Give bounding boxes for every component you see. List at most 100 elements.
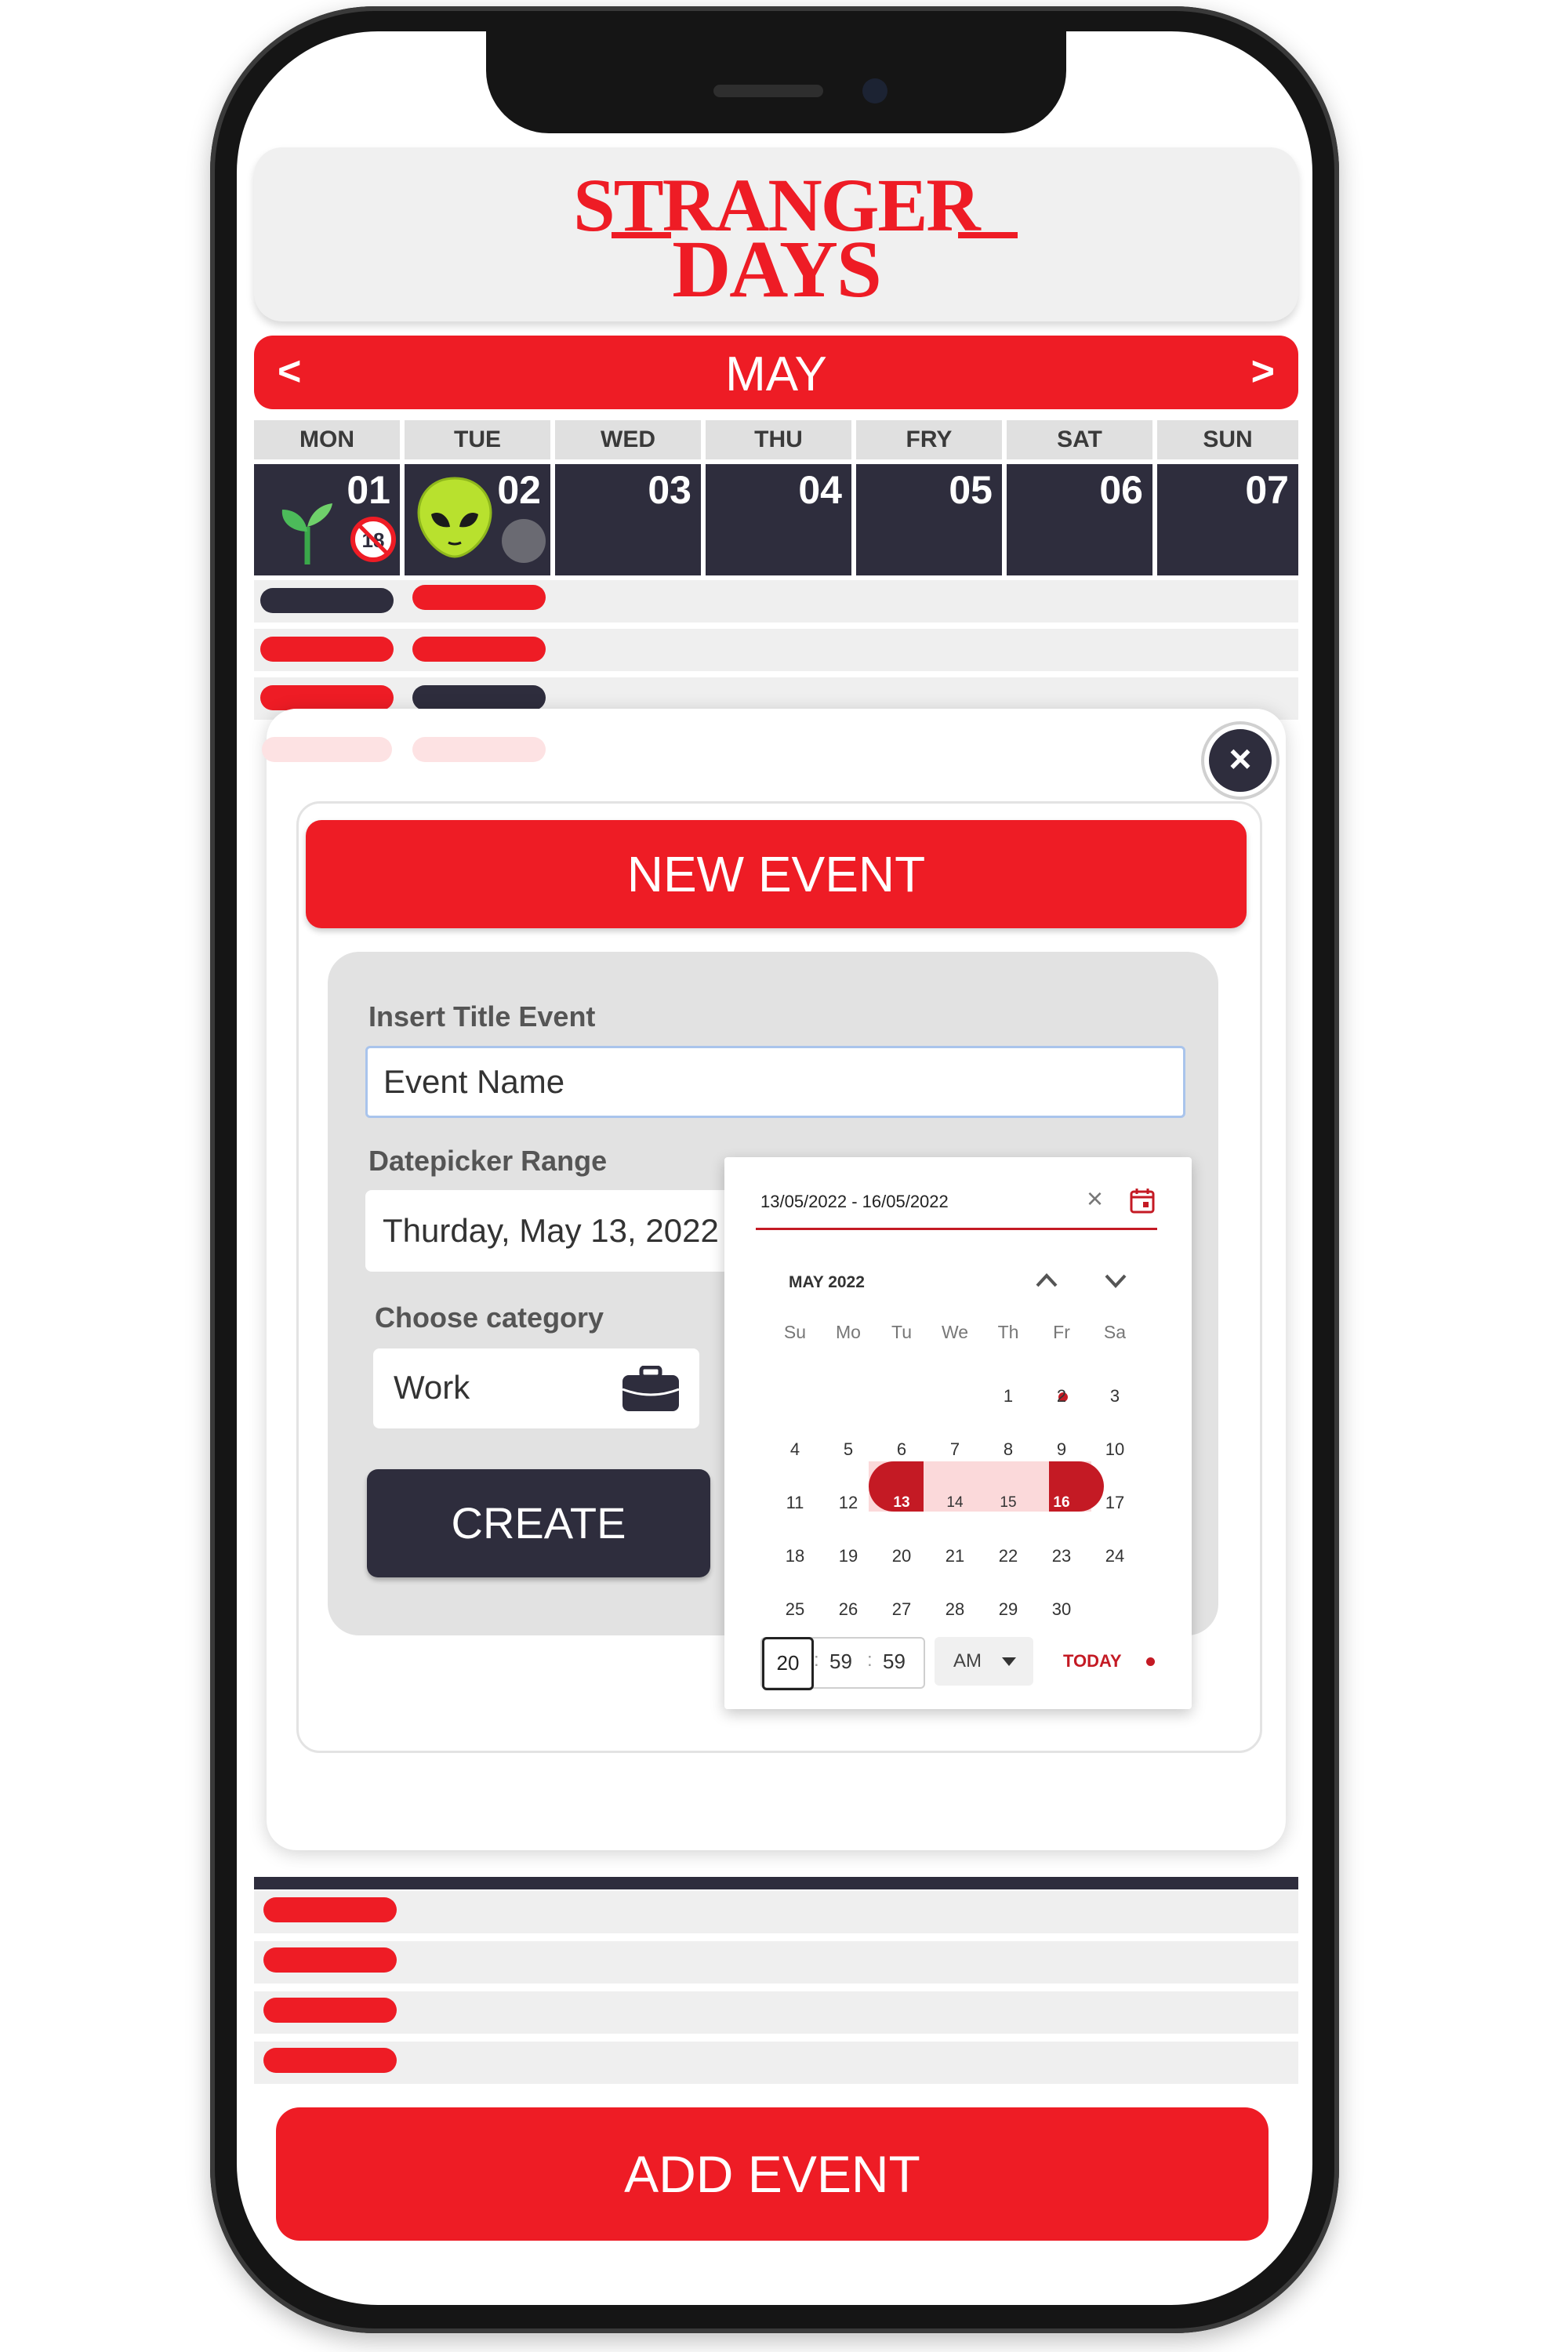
event-pill-faded: [412, 737, 546, 762]
month-navigation: < MAY >: [254, 336, 1298, 409]
datepicker-day[interactable]: 30: [1038, 1599, 1085, 1620]
datepicker-day[interactable]: 26: [825, 1599, 872, 1620]
second-field[interactable]: 59: [883, 1650, 906, 1674]
weekday-tue: TUE: [405, 420, 550, 459]
datepicker-day[interactable]: 18: [771, 1546, 818, 1566]
datepicker-day[interactable]: 25: [771, 1599, 818, 1620]
datepicker-day[interactable]: 19: [825, 1546, 872, 1566]
day-cell-01[interactable]: 01 18: [254, 464, 400, 575]
day-cell-04[interactable]: 04: [706, 464, 851, 575]
today-button[interactable]: TODAY: [1063, 1651, 1122, 1671]
sprout-icon: [281, 503, 332, 564]
weekday-sat: SAT: [1007, 420, 1152, 459]
datepicker-day[interactable]: 23: [1038, 1546, 1085, 1566]
datepicker-day[interactable]: 28: [931, 1599, 978, 1620]
weekday-wed: WED: [555, 420, 701, 459]
event-row: [254, 1891, 1298, 1933]
event-title-input[interactable]: [365, 1046, 1185, 1118]
day-number: 01: [347, 468, 390, 512]
app-header: STRANGER DAYS: [254, 147, 1298, 321]
category-label: Choose category: [375, 1301, 604, 1334]
day-number: 04: [798, 468, 842, 512]
event-pill[interactable]: [263, 1897, 397, 1922]
phone-notch: [486, 24, 1066, 133]
caret-down-icon: [1002, 1657, 1016, 1666]
ampm-select[interactable]: AM: [935, 1637, 1033, 1686]
event-pill[interactable]: [263, 2048, 397, 2073]
hour-field[interactable]: 20: [762, 1637, 814, 1690]
event-pill[interactable]: [260, 637, 394, 662]
today-dot: [1146, 1657, 1155, 1666]
date-range-field[interactable]: Thurday, May 13, 2022: [365, 1190, 743, 1272]
event-pill[interactable]: [412, 585, 546, 610]
day-cell-02[interactable]: 02: [405, 464, 550, 575]
day-number: 07: [1245, 468, 1289, 512]
datepicker-day[interactable]: 1: [985, 1386, 1032, 1406]
dp-weekday: We: [941, 1322, 969, 1342]
datepicker-day[interactable]: 10: [1091, 1439, 1138, 1460]
datepicker-day[interactable]: 20: [878, 1546, 925, 1566]
calendar-icon[interactable]: [1129, 1187, 1156, 1214]
close-modal-button[interactable]: ×: [1204, 724, 1276, 797]
event-row: [254, 1991, 1298, 2034]
datepicker-month[interactable]: MAY 2022: [789, 1273, 865, 1292]
range-input-underline: [756, 1228, 1157, 1230]
title-label: Insert Title Event: [368, 1000, 596, 1033]
clear-icon[interactable]: ×: [1087, 1182, 1103, 1215]
day-cell-07[interactable]: 07: [1157, 464, 1298, 575]
day-cell-03[interactable]: 03: [555, 464, 701, 575]
datepicker-day[interactable]: 5: [825, 1439, 872, 1460]
datepicker-day[interactable]: 12: [825, 1493, 872, 1513]
datepicker-day[interactable]: 11: [771, 1493, 818, 1513]
minute-field[interactable]: 59: [829, 1650, 852, 1674]
datepicker-day[interactable]: 16: [1038, 1494, 1085, 1512]
time-input[interactable]: 20 : 59 : 59: [760, 1637, 925, 1690]
datepicker-day[interactable]: 3: [1091, 1386, 1138, 1406]
ampm-value: AM: [953, 1650, 982, 1671]
event-pill[interactable]: [263, 1998, 397, 2023]
chevron-down-icon[interactable]: [1102, 1269, 1129, 1292]
event-pill[interactable]: [263, 1947, 397, 1973]
next-month-button[interactable]: >: [1251, 348, 1275, 395]
weekday-fri: FRY: [856, 420, 1002, 459]
category-select[interactable]: Work: [373, 1348, 699, 1428]
logo-line-2: DAYS: [672, 224, 882, 314]
add-event-button[interactable]: ADD EVENT: [276, 2107, 1269, 2241]
datepicker-day[interactable]: 13: [878, 1494, 925, 1512]
dp-weekday: Tu: [891, 1322, 912, 1342]
dp-weekday: Fr: [1053, 1322, 1070, 1342]
datepicker-day[interactable]: 22: [985, 1546, 1032, 1566]
datepicker-day[interactable]: 2: [1038, 1386, 1085, 1406]
datepicker-day[interactable]: 27: [878, 1599, 925, 1620]
datepicker-day[interactable]: 9: [1038, 1439, 1085, 1460]
event-pill[interactable]: [412, 637, 546, 662]
event-pill[interactable]: [260, 588, 394, 613]
day-cell-06[interactable]: 06: [1007, 464, 1152, 575]
dp-weekday: Th: [997, 1322, 1019, 1342]
datepicker-day[interactable]: 21: [931, 1546, 978, 1566]
create-button[interactable]: CREATE: [367, 1469, 710, 1577]
datepicker-day[interactable]: 6: [878, 1439, 925, 1460]
datepicker-day[interactable]: 7: [931, 1439, 978, 1460]
event-row: [254, 629, 1298, 671]
event-pill[interactable]: [260, 685, 394, 710]
weekday-mon: MON: [254, 420, 400, 459]
range-input-value[interactable]: 13/05/2022 - 16/05/2022: [760, 1192, 949, 1212]
datepicker-day[interactable]: 15: [985, 1494, 1032, 1512]
chevron-up-icon[interactable]: [1033, 1269, 1060, 1292]
datepicker-day[interactable]: 14: [931, 1494, 978, 1512]
logo-bar-right: [958, 232, 1018, 238]
event-pill[interactable]: [412, 685, 546, 710]
datepicker-day[interactable]: 4: [771, 1439, 818, 1460]
weekday-thu: THU: [706, 420, 851, 459]
datepicker-day[interactable]: 17: [1091, 1493, 1138, 1513]
weekday-sun: SUN: [1157, 420, 1298, 459]
datepicker-day[interactable]: 29: [985, 1599, 1032, 1620]
age-18-restriction-icon: 18: [350, 517, 396, 562]
dp-weekday: Su: [783, 1322, 807, 1342]
day-cell-05[interactable]: 05: [856, 464, 1002, 575]
datepicker-day[interactable]: 8: [985, 1439, 1032, 1460]
datepicker-day[interactable]: 24: [1091, 1546, 1138, 1566]
day-number: 03: [648, 468, 691, 512]
phone-camera: [862, 78, 887, 103]
